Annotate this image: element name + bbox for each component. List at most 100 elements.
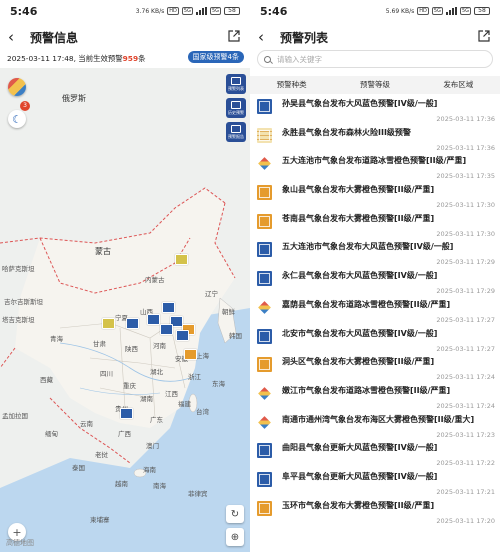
map-label: 四川 <box>100 370 113 378</box>
hd-tag: HD <box>167 7 179 15</box>
warning-title: 象山县气象台发布大雾橙色预警[II级/严重] <box>282 185 435 195</box>
warning-logo-icon[interactable] <box>8 78 26 96</box>
map-label: 朝鲜 <box>222 308 235 316</box>
back-icon[interactable]: ‹ <box>8 29 24 45</box>
warning-type-icon <box>257 357 272 373</box>
warning-title: 曲阳县气象台更新大风蓝色预警[IV级/一般] <box>282 443 438 453</box>
map-label: 东海 <box>212 380 225 388</box>
list-item[interactable]: 孙吴县气象台发布大风蓝色预警[IV级/一般] 2025-03-11 17:36 <box>250 96 500 125</box>
list-item[interactable]: 玉环市气象台发布大雾橙色预警[II级/严重] 2025-03-11 17:20 <box>250 498 500 527</box>
list-item[interactable]: 苍南县气象台发布大雾橙色预警[II级/严重] 2025-03-11 17:30 <box>250 211 500 240</box>
search-input[interactable]: 请输入关键字 <box>257 50 493 68</box>
warning-date: 2025-03-11 17:24 <box>436 373 495 382</box>
list-item[interactable]: 阜平县气象台更新大风蓝色预警[IV级/一般] 2025-03-11 17:21 <box>250 469 500 498</box>
map-label: 澳门 <box>146 442 159 450</box>
warning-marker[interactable] <box>120 408 133 419</box>
list-item[interactable]: 永胜县气象台发布森林火险III级预警 2025-03-11 17:36 <box>250 125 500 154</box>
map-label: 台湾 <box>196 408 209 416</box>
warning-title: 苍南县气象台发布大雾橙色预警[II级/严重] <box>282 213 435 223</box>
warning-info-screen: 5:46 3.76 KB/s HD 5G 5G 58 ‹ 预警信息 2025-0… <box>0 0 250 552</box>
warning-marker[interactable] <box>162 302 175 313</box>
map-label: 蒙古 <box>95 247 111 256</box>
filter-region[interactable]: 发布区域 <box>417 76 500 94</box>
signal-icon <box>195 7 207 15</box>
warning-type-icon <box>257 414 272 430</box>
map-label: 孟加拉国 <box>2 412 28 420</box>
list-item[interactable]: 象山县气象台发布大雾橙色预警[II级/严重] 2025-03-11 17:30 <box>250 182 500 211</box>
national-warning-badge[interactable]: 国家级预警4条 <box>187 51 244 63</box>
list-item[interactable]: 洞头区气象台发布大雾橙色预警[II级/严重] 2025-03-11 17:24 <box>250 354 500 383</box>
warning-title: 阜平县气象台更新大风蓝色预警[IV级/一般] <box>282 471 438 481</box>
list-item[interactable]: 曲阳县气象台更新大风蓝色预警[IV级/一般] 2025-03-11 17:22 <box>250 440 500 469</box>
list-item[interactable]: 嫩江市气象台发布道路冰雪橙色预警[II级/严重] 2025-03-11 17:24 <box>250 383 500 412</box>
filter-warning-type[interactable]: 预警种类 <box>250 76 333 94</box>
warning-type-icon <box>257 99 272 114</box>
map-label: 陕西 <box>125 345 138 353</box>
list-item[interactable]: 五大连池市气象台发布道路冰雪橙色预警[II级/严重] 2025-03-11 17:… <box>250 153 500 182</box>
warning-marker[interactable] <box>147 314 160 325</box>
5g-tag-2: 5G <box>459 7 471 15</box>
app-header: ‹ 预警列表 <box>250 24 500 50</box>
map-label: 福建 <box>178 400 191 408</box>
map-side-buttons: 预警列表 历史预警 预警报告 <box>226 74 246 142</box>
map-label: 湖北 <box>150 368 163 376</box>
list-item[interactable]: 北安市气象台发布大风蓝色预警[IV级/一般] 2025-03-11 17:27 <box>250 326 500 355</box>
filter-bar: 预警种类 预警等级 发布区域 <box>250 76 500 94</box>
warning-title: 南通市通州湾气象台发布海区大雾橙色预警[II级/重大] <box>282 414 475 424</box>
map-label: 柬埔寨 <box>90 516 110 524</box>
map-label: 江西 <box>165 390 178 398</box>
warning-title: 嫩江市气象台发布道路冰雪橙色预警[II级/严重] <box>282 385 451 395</box>
warning-list-label: 预警列表 <box>228 85 244 91</box>
page-title: 预警信息 <box>30 30 79 45</box>
warning-title: 洞头区气象台发布大雾橙色预警[II级/严重] <box>282 357 435 367</box>
warning-count: 959 <box>122 53 139 63</box>
refresh-button[interactable]: ↻ <box>226 505 244 523</box>
warning-map[interactable]: 俄罗斯 蒙古 哈萨克斯坦 吉尔吉斯斯坦 塔吉克斯坦 内蒙古 辽宁 朝鲜 韩国 宁… <box>0 68 250 552</box>
map-label: 河南 <box>153 342 166 350</box>
history-icon <box>231 100 241 109</box>
list-item[interactable]: 嘉荫县气象台发布道路冰雪橙色预警[II级/严重] 2025-03-11 17:27 <box>250 297 500 326</box>
app-header: ‹ 预警信息 <box>0 24 250 50</box>
map-label: 湖南 <box>140 395 153 403</box>
warning-type-icon <box>257 471 272 487</box>
share-icon[interactable] <box>478 30 490 42</box>
map-label: 塔吉克斯坦 <box>2 316 35 324</box>
history-warning-button[interactable]: 历史预警 <box>226 98 246 118</box>
list-item[interactable]: 五大连池市气象台发布大风蓝色预警[IV级/一般] 2025-03-11 17:29 <box>250 239 500 268</box>
warning-marker[interactable] <box>102 318 115 329</box>
locate-button[interactable]: ⊕ <box>226 528 244 546</box>
warning-type-icon <box>257 156 272 172</box>
search-icon <box>264 55 271 63</box>
warning-type-icon <box>257 271 272 287</box>
warning-date: 2025-03-11 17:22 <box>436 459 495 468</box>
status-bar: 5:46 3.76 KB/s HD 5G 5G 58 <box>0 0 250 22</box>
status-icons: 5.69 KB/s HD 5G 5G 58 <box>386 7 490 15</box>
list-item[interactable]: 南通市通州湾气象台发布海区大雾橙色预警[II级/重大] 2025-03-11 17… <box>250 412 500 441</box>
notification-badge: 3 <box>20 101 30 111</box>
back-icon[interactable]: ‹ <box>258 29 274 45</box>
warning-date: 2025-03-11 17:23 <box>436 430 495 439</box>
warning-type-icon <box>257 385 272 401</box>
hd-tag: HD <box>417 7 429 15</box>
warning-report-button[interactable]: 预警报告 <box>226 122 246 142</box>
status-icons: 3.76 KB/s HD 5G 5G 58 <box>136 7 240 15</box>
map-label: 缅甸 <box>45 430 58 438</box>
map-label: 辽宁 <box>205 290 218 298</box>
warning-type-icon <box>257 328 272 344</box>
warning-date: 2025-03-11 17:30 <box>436 201 495 210</box>
warning-title: 玉环市气象台发布大雾橙色预警[II级/严重] <box>282 500 435 510</box>
5g-tag: 5G <box>181 7 193 15</box>
list-item[interactable]: 永仁县气象台发布大风蓝色预警[IV级/一般] 2025-03-11 17:29 <box>250 268 500 297</box>
map-label: 内蒙古 <box>145 276 165 284</box>
weather-icon[interactable]: ☾ <box>8 110 26 128</box>
warning-marker[interactable] <box>126 318 139 329</box>
warning-marker[interactable] <box>184 349 197 360</box>
share-icon[interactable] <box>228 30 240 42</box>
filter-warning-level[interactable]: 预警等级 <box>333 76 416 94</box>
warning-marker[interactable] <box>176 330 189 341</box>
warning-marker[interactable] <box>160 324 173 335</box>
warning-list-button[interactable]: 预警列表 <box>226 74 246 94</box>
warning-marker[interactable] <box>175 254 188 265</box>
warning-title: 永胜县气象台发布森林火险III级预警 <box>282 127 411 137</box>
status-time: 5:46 <box>260 4 288 18</box>
